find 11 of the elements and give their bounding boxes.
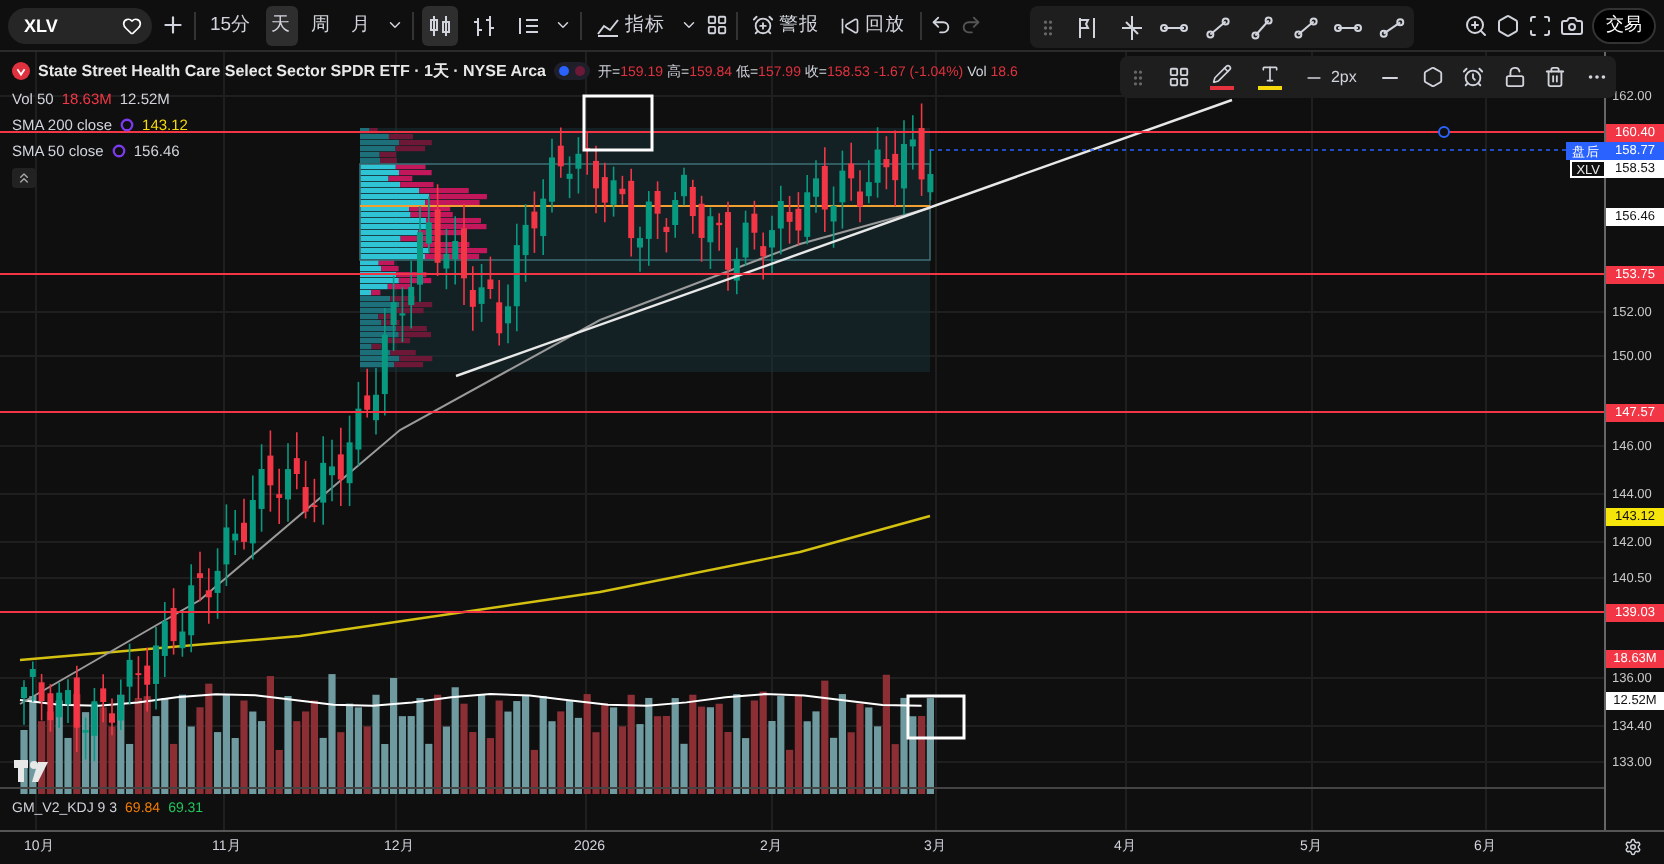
interval-tab[interactable]: 天 (265, 5, 298, 45)
alert-button[interactable]: 警报 (745, 5, 826, 45)
symbol-title: State Street Health Care Select Sector SPDR ETF · 1天 · NYSE Arca (38, 60, 547, 82)
symbol-search-field[interactable]: XLV (8, 7, 152, 43)
replay-button[interactable]: 回放 (833, 5, 912, 45)
interval-tab[interactable]: 月 (345, 5, 378, 45)
interval-tab[interactable]: 15分 (204, 5, 258, 45)
trade-button[interactable]: 交易 (1592, 7, 1656, 43)
indicators-button[interactable]: 指标 (589, 5, 672, 45)
line-width-button[interactable]: 2px (1302, 65, 1359, 89)
interval-tab[interactable]: 周 (305, 5, 338, 45)
